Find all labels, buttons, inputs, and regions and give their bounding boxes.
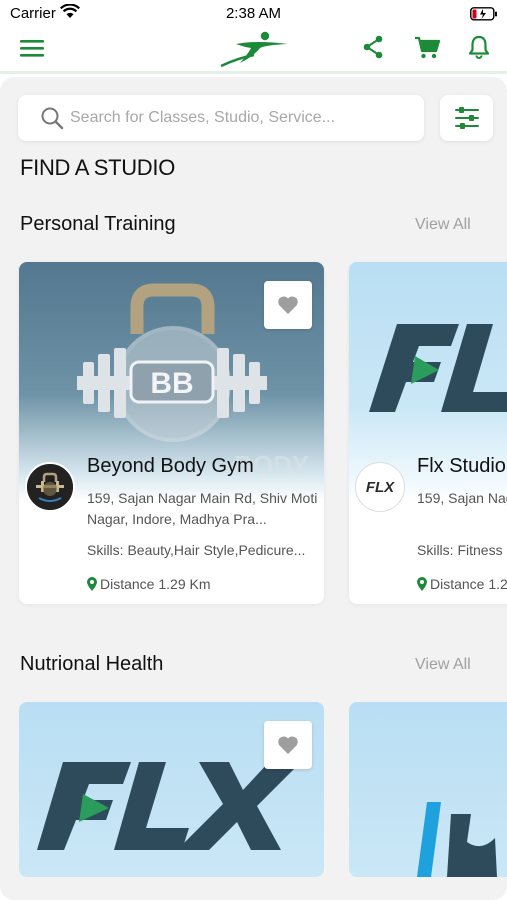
view-all-personal-training-link[interactable]: View All <box>415 216 471 234</box>
cart-icon[interactable] <box>414 36 440 60</box>
share-icon[interactable] <box>362 35 384 59</box>
section-title-personal-training: Personal Training <box>20 213 176 235</box>
main-content: FIND A STUDIO Personal Training View All… <box>0 77 507 900</box>
battery-icon <box>470 7 497 21</box>
menu-icon[interactable] <box>20 38 44 58</box>
studio-address-text: 159, Sajan Nagar Main Rd, Shiv Moti Naga… <box>417 490 507 506</box>
search-input[interactable] <box>70 104 410 132</box>
page-title: FIND A STUDIO <box>20 155 176 180</box>
status-bar: Carrier 2:38 AM <box>0 0 507 28</box>
studio-distance: Distance 1.29 Km <box>417 576 507 592</box>
studio-skills: Skills: Beauty,Hair Style,Pedicure... <box>87 542 306 558</box>
section-title-nutritional-health: Nutrional Health <box>20 653 164 675</box>
studio-name: Beyond Body Gym <box>87 455 254 477</box>
view-all-nutritional-health-link[interactable]: View All <box>415 656 471 674</box>
studio-avatar-logo-icon <box>27 464 73 510</box>
studio-distance-text: Distance 1.29 Km <box>430 576 507 592</box>
studio-address: 159, Sajan Nagar Main Rd, Shiv Moti Naga… <box>87 490 318 527</box>
filter-sliders-icon <box>455 107 479 129</box>
logo-icon <box>220 31 288 68</box>
studio-card-nutrition-second[interactable] <box>349 702 507 877</box>
search-bar <box>18 95 424 141</box>
svg-text:BB: BB <box>150 367 193 400</box>
studio-distance: Distance 1.29 Km <box>87 576 211 592</box>
studio-card-nutrition-flx[interactable] <box>19 702 324 877</box>
studio-distance-text: Distance 1.29 Km <box>100 576 211 592</box>
studio-name: Flx Studio <box>417 455 506 477</box>
location-pin-icon <box>417 577 427 591</box>
bell-icon[interactable] <box>468 35 490 59</box>
studio-address: 159, Sajan Nagar Main Rd, Shiv Moti Naga… <box>417 488 507 509</box>
heart-icon <box>278 736 298 754</box>
heart-icon <box>278 296 298 314</box>
app-header <box>0 28 507 74</box>
studio-card-beyond-body-gym[interactable]: BODY BB Beyond Body Gym 159, Sajan Nagar… <box>19 262 324 604</box>
search-icon <box>41 107 64 130</box>
studio-skills: Skills: Fitness <box>417 542 503 558</box>
studio-avatar <box>25 462 75 512</box>
location-pin-icon <box>87 577 97 591</box>
studio-logo-image <box>417 802 497 877</box>
favorite-button[interactable] <box>264 281 312 329</box>
studio-avatar-logo-icon: FLX <box>366 479 395 496</box>
studio-card-flx-studio[interactable]: FLX Flx Studio 159, Sajan Nagar Main Rd,… <box>349 262 507 604</box>
filter-button[interactable] <box>440 95 493 141</box>
status-time: 2:38 AM <box>225 5 282 22</box>
svg-text:FLX: FLX <box>366 479 395 496</box>
favorite-button[interactable] <box>264 721 312 769</box>
studio-avatar: FLX <box>355 462 405 512</box>
